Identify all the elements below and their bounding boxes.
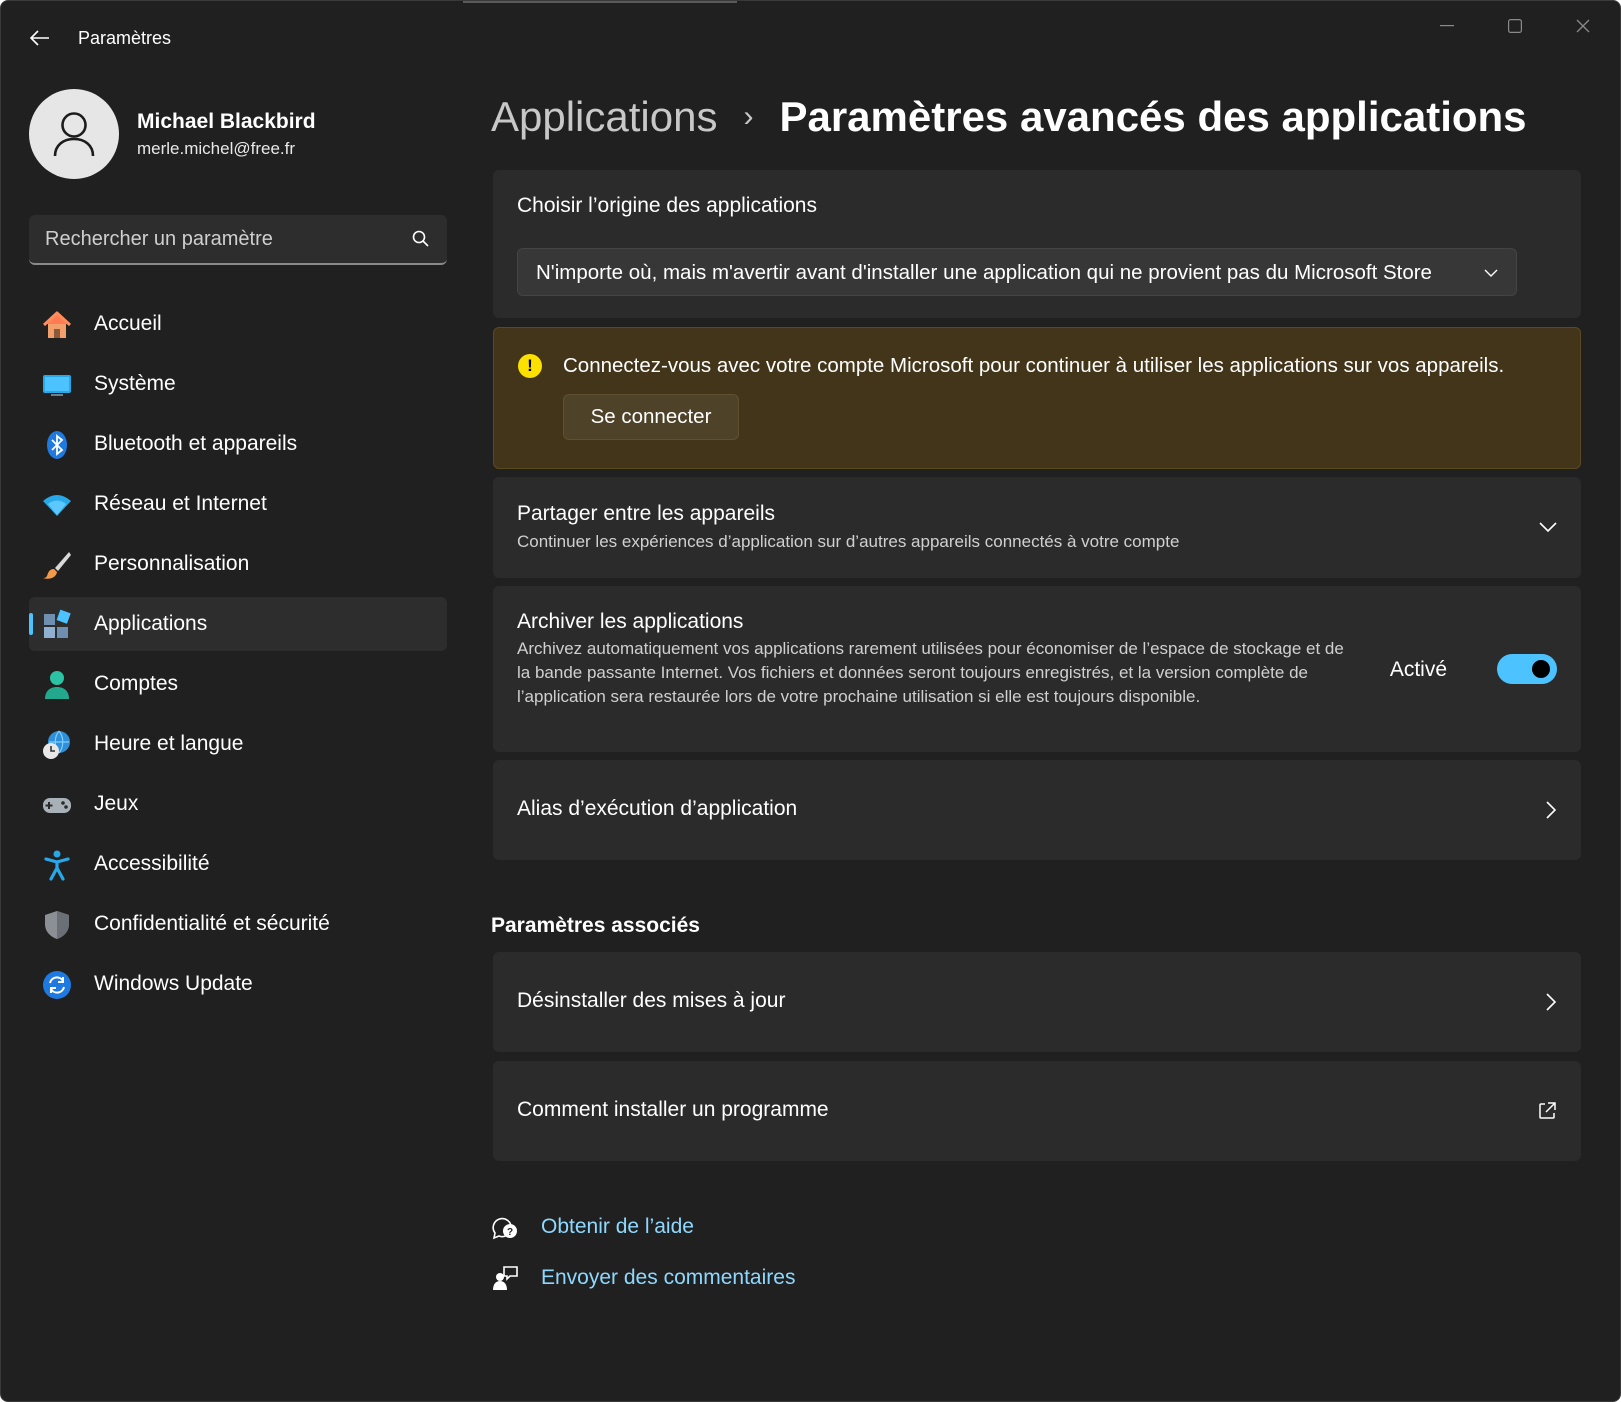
- sidebar-item-label: Accueil: [94, 312, 162, 335]
- send-feedback-text: Envoyer des commentaires: [541, 1266, 796, 1289]
- sidebar-item-confidentialite[interactable]: Confidentialité et sécurité: [29, 897, 447, 951]
- minimize-button[interactable]: [1419, 9, 1475, 43]
- how-to-install-title: Comment installer un programme: [517, 1098, 829, 1121]
- globe-clock-icon: [41, 729, 73, 761]
- warning-message: Connectez-vous avec votre compte Microso…: [563, 354, 1505, 377]
- sidebar-item-label: Accessibilité: [94, 852, 210, 875]
- sidebar-item-reseau[interactable]: Réseau et Internet: [29, 477, 447, 531]
- sign-in-warning-banner: ! Connectez-vous avec votre compte Micro…: [493, 327, 1581, 469]
- page-title: Paramètres avancés des applications: [779, 93, 1527, 140]
- share-description: Continuer les expériences d’application …: [517, 532, 1180, 551]
- uninstall-updates-title: Désinstaller des mises à jour: [517, 989, 786, 1012]
- settings-window: Paramètres Michael Blackbird merle.miche…: [0, 0, 1621, 1402]
- close-button[interactable]: [1555, 9, 1611, 43]
- app-source-card: Choisir l’origine des applications N'imp…: [493, 170, 1581, 318]
- gamepad-icon: [41, 789, 73, 821]
- sidebar-item-comptes[interactable]: Comptes: [29, 657, 447, 711]
- brush-icon: [41, 549, 73, 581]
- app-title: Paramètres: [78, 28, 172, 48]
- feedback-icon: [491, 1264, 519, 1292]
- sidebar-item-label: Jeux: [94, 792, 139, 815]
- archive-description: Archivez automatiquement vos application…: [517, 639, 1344, 706]
- sidebar-item-label: Applications: [94, 612, 208, 635]
- help-chat-icon: ?: [491, 1213, 519, 1241]
- uninstall-updates-card[interactable]: Désinstaller des mises à jour: [493, 952, 1581, 1052]
- back-arrow-icon: [30, 30, 49, 46]
- app-source-dropdown[interactable]: N'importe où, mais m'avertir avant d'ins…: [517, 248, 1517, 296]
- how-to-install-card[interactable]: Comment installer un programme: [493, 1061, 1581, 1161]
- search-icon[interactable]: [411, 229, 431, 249]
- sign-in-button[interactable]: Se connecter: [563, 394, 739, 440]
- external-link-icon: [1539, 1102, 1556, 1119]
- sidebar-item-label: Heure et langue: [94, 732, 244, 755]
- back-button[interactable]: [23, 21, 57, 55]
- app-execution-aliases-card[interactable]: Alias d’exécution d’application: [493, 760, 1581, 860]
- wifi-icon: [41, 489, 73, 521]
- archive-toggle[interactable]: [1497, 654, 1557, 684]
- sidebar-item-accessibilite[interactable]: Accessibilité: [29, 837, 447, 891]
- app-source-title: Choisir l’origine des applications: [517, 194, 817, 217]
- related-settings-heading: Paramètres associés: [491, 914, 700, 937]
- archive-apps-card: Archiver les applications Archivez autom…: [493, 586, 1581, 752]
- user-email: merle.michel@free.fr: [137, 139, 296, 158]
- sidebar-item-label: Bluetooth et appareils: [94, 432, 298, 455]
- person-icon: [41, 669, 73, 701]
- sidebar-item-systeme[interactable]: Système: [29, 357, 447, 411]
- accessibility-icon: [41, 849, 73, 881]
- share-title: Partager entre les appareils: [517, 502, 775, 525]
- get-help-link[interactable]: ? Obtenir de l’aide: [491, 1210, 694, 1244]
- app-source-selected-value: N'importe où, mais m'avertir avant d'ins…: [536, 261, 1432, 284]
- breadcrumb-separator: ›: [743, 100, 754, 133]
- sidebar-item-label: Windows Update: [94, 972, 253, 995]
- avatar[interactable]: [29, 89, 119, 179]
- sidebar-item-bluetooth[interactable]: Bluetooth et appareils: [29, 417, 447, 471]
- sidebar-item-label: Réseau et Internet: [94, 492, 267, 515]
- sidebar-nav: Accueil Système Bluetooth et appareils R…: [29, 297, 447, 1017]
- get-help-text: Obtenir de l’aide: [541, 1215, 694, 1238]
- user-name: Michael Blackbird: [137, 110, 316, 133]
- sidebar-item-label: Système: [94, 372, 176, 395]
- toggle-knob: [1532, 660, 1550, 678]
- share-across-devices-card[interactable]: Partager entre les appareils Continuer l…: [493, 477, 1581, 578]
- sidebar-item-accueil[interactable]: Accueil: [29, 297, 447, 351]
- system-icon: [41, 369, 73, 401]
- svg-text:?: ?: [507, 1227, 513, 1238]
- maximize-icon: [1508, 19, 1522, 33]
- chevron-right-icon: [1546, 993, 1557, 1011]
- archive-title: Archiver les applications: [517, 610, 744, 633]
- update-icon: [41, 969, 73, 1001]
- search-input[interactable]: [45, 215, 385, 263]
- shield-icon: [41, 909, 73, 941]
- sidebar-item-applications[interactable]: Applications: [29, 597, 447, 651]
- home-icon: [41, 309, 73, 341]
- sidebar-item-jeux[interactable]: Jeux: [29, 777, 447, 831]
- sidebar-item-windows-update[interactable]: Windows Update: [29, 957, 447, 1011]
- warning-icon: !: [518, 354, 542, 378]
- sidebar-item-label: Personnalisation: [94, 552, 250, 575]
- chevron-down-icon[interactable]: [1539, 519, 1557, 535]
- breadcrumb-parent-link[interactable]: Applications: [491, 93, 717, 141]
- minimize-icon: [1440, 25, 1454, 27]
- maximize-button[interactable]: [1487, 9, 1543, 43]
- sidebar-item-heure-langue[interactable]: Heure et langue: [29, 717, 447, 771]
- sidebar-item-label: Comptes: [94, 672, 179, 695]
- chevron-right-icon: [1546, 801, 1557, 819]
- title-bar: Paramètres: [1, 1, 1620, 73]
- user-silhouette-icon: [53, 112, 95, 157]
- close-icon: [1576, 19, 1590, 33]
- archive-toggle-state: Activé: [1389, 658, 1447, 681]
- apps-icon: [41, 609, 73, 641]
- alias-title: Alias d’exécution d’application: [517, 797, 798, 820]
- chevron-down-icon: [1484, 269, 1498, 277]
- search-box: [29, 215, 447, 265]
- sidebar-item-personnalisation[interactable]: Personnalisation: [29, 537, 447, 591]
- breadcrumb: Applications › Paramètres avancés des ap…: [491, 87, 1527, 147]
- bluetooth-icon: [41, 429, 73, 461]
- sidebar-item-label: Confidentialité et sécurité: [94, 912, 330, 935]
- send-feedback-link[interactable]: Envoyer des commentaires: [491, 1261, 795, 1295]
